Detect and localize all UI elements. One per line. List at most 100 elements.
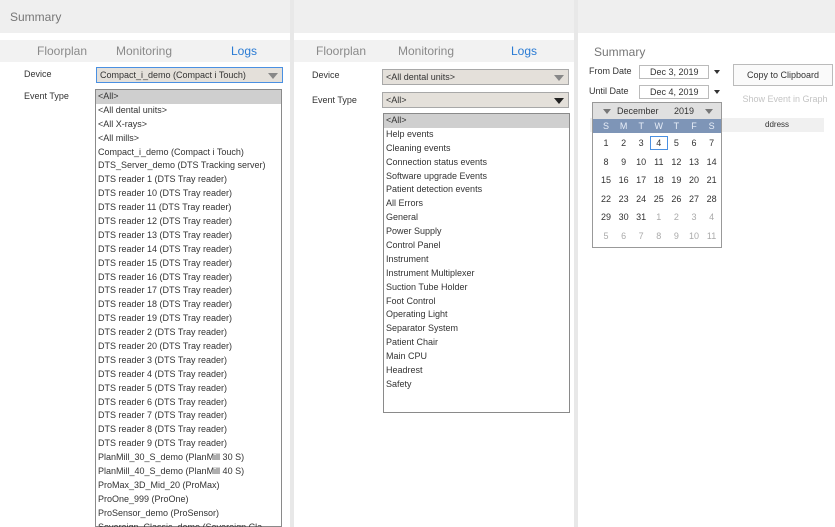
dropdown-option[interactable]: DTS reader 14 (DTS Tray reader)	[96, 243, 281, 257]
dropdown-option[interactable]: DTS reader 18 (DTS Tray reader)	[96, 298, 281, 312]
dropdown-option[interactable]: <All dental units>	[96, 104, 281, 118]
calendar-day[interactable]: 22	[597, 192, 615, 206]
dropdown-option[interactable]: DTS reader 10 (DTS Tray reader)	[96, 187, 281, 201]
calendar-day[interactable]: 29	[597, 210, 615, 224]
dropdown-option[interactable]: DTS reader 15 (DTS Tray reader)	[96, 257, 281, 271]
calendar-day[interactable]: 27	[685, 192, 703, 206]
dropdown-option[interactable]: Patient detection events	[384, 183, 569, 197]
calendar-day[interactable]: 25	[650, 192, 668, 206]
chevron-down-icon[interactable]	[714, 90, 720, 94]
summary-title[interactable]: Summary	[10, 10, 61, 24]
dropdown-option[interactable]: PlanMill_30_S_demo (PlanMill 30 S)	[96, 451, 281, 465]
address-column-header[interactable]: ddress	[765, 120, 789, 129]
tab-floorplan[interactable]: Floorplan	[37, 44, 87, 58]
dropdown-option[interactable]: <All>	[384, 114, 569, 128]
dropdown-option[interactable]: DTS_Server_demo (DTS Tracking server)	[96, 159, 281, 173]
dropdown-option[interactable]: DTS reader 2 (DTS Tray reader)	[96, 326, 281, 340]
dropdown-option[interactable]: Operating Light	[384, 308, 569, 322]
calendar-day[interactable]: 8	[597, 155, 615, 169]
calendar-day[interactable]: 11	[650, 155, 668, 169]
dropdown-option[interactable]: DTS reader 7 (DTS Tray reader)	[96, 409, 281, 423]
tab-logs[interactable]: Logs	[231, 44, 257, 58]
calendar-day[interactable]: 24	[632, 192, 650, 206]
dropdown-option[interactable]: ProMax_3D_Mid_20 (ProMax)	[96, 479, 281, 493]
dropdown-option[interactable]: DTS reader 6 (DTS Tray reader)	[96, 396, 281, 410]
calendar-day[interactable]: 12	[667, 155, 685, 169]
calendar-day[interactable]: 20	[685, 173, 703, 187]
device-select[interactable]: Compact_i_demo (Compact i Touch)	[96, 67, 283, 83]
calendar-day[interactable]: 5	[597, 229, 615, 243]
dropdown-option[interactable]: DTS reader 17 (DTS Tray reader)	[96, 284, 281, 298]
chevron-down-icon[interactable]	[714, 70, 720, 74]
dropdown-option[interactable]: Connection status events	[384, 156, 569, 170]
dropdown-option[interactable]: DTS reader 13 (DTS Tray reader)	[96, 229, 281, 243]
calendar-day[interactable]: 1	[650, 210, 668, 224]
copy-to-clipboard-button[interactable]: Copy to Clipboard	[733, 64, 833, 86]
dropdown-option[interactable]: Suction Tube Holder	[384, 281, 569, 295]
dropdown-option[interactable]: Help events	[384, 128, 569, 142]
dropdown-option[interactable]: Cleaning events	[384, 142, 569, 156]
dropdown-option[interactable]: DTS reader 16 (DTS Tray reader)	[96, 271, 281, 285]
tab-monitoring[interactable]: Monitoring	[116, 44, 172, 58]
calendar-day[interactable]: 30	[615, 210, 633, 224]
device-select[interactable]: <All dental units>	[382, 69, 569, 85]
calendar-year[interactable]: 2019	[674, 106, 694, 116]
dropdown-option[interactable]: General	[384, 211, 569, 225]
dropdown-option[interactable]: Sovereign_Classic_demo (Sovereign Cla	[96, 521, 281, 527]
dropdown-option[interactable]: DTS reader 8 (DTS Tray reader)	[96, 423, 281, 437]
calendar-day[interactable]: 1	[597, 136, 615, 150]
calendar-day[interactable]: 8	[650, 229, 668, 243]
dropdown-option[interactable]: Headrest	[384, 364, 569, 378]
calendar-day[interactable]: 28	[703, 192, 721, 206]
dropdown-option[interactable]: <All>	[96, 90, 281, 104]
calendar-day[interactable]: 26	[667, 192, 685, 206]
dropdown-option[interactable]: DTS reader 5 (DTS Tray reader)	[96, 382, 281, 396]
tab-floorplan[interactable]: Floorplan	[316, 44, 366, 58]
calendar-day[interactable]: 7	[703, 136, 721, 150]
calendar-day[interactable]: 17	[632, 173, 650, 187]
dropdown-option[interactable]: DTS reader 19 (DTS Tray reader)	[96, 312, 281, 326]
calendar-month[interactable]: December	[617, 106, 659, 116]
calendar-day[interactable]: 23	[615, 192, 633, 206]
dropdown-option[interactable]: Instrument Multiplexer	[384, 267, 569, 281]
from-date-input[interactable]: Dec 3, 2019	[639, 65, 709, 79]
dropdown-option[interactable]: Foot Control	[384, 295, 569, 309]
calendar-day[interactable]: 2	[667, 210, 685, 224]
dropdown-option[interactable]: DTS reader 20 (DTS Tray reader)	[96, 340, 281, 354]
dropdown-option[interactable]: Power Supply	[384, 225, 569, 239]
dropdown-option[interactable]: Safety	[384, 378, 569, 392]
calendar-day[interactable]: 11	[703, 229, 721, 243]
summary-title[interactable]: Summary	[594, 45, 645, 59]
calendar-day[interactable]: 10	[685, 229, 703, 243]
dropdown-option[interactable]: DTS reader 12 (DTS Tray reader)	[96, 215, 281, 229]
dropdown-option[interactable]: Software upgrade Events	[384, 170, 569, 184]
dropdown-option[interactable]: Separator System	[384, 322, 569, 336]
show-event-in-graph-button[interactable]: Show Event in Graph	[733, 89, 835, 111]
dropdown-option[interactable]: Control Panel	[384, 239, 569, 253]
calendar-day[interactable]: 3	[632, 136, 650, 150]
dropdown-option[interactable]: DTS reader 3 (DTS Tray reader)	[96, 354, 281, 368]
tab-logs[interactable]: Logs	[511, 44, 537, 58]
dropdown-option[interactable]: Main CPU	[384, 350, 569, 364]
dropdown-option[interactable]: Compact_i_demo (Compact i Touch)	[96, 146, 281, 160]
calendar-day[interactable]: 4	[703, 210, 721, 224]
calendar-day[interactable]: 14	[703, 155, 721, 169]
until-date-input[interactable]: Dec 4, 2019	[639, 85, 709, 99]
calendar-day[interactable]: 13	[685, 155, 703, 169]
dropdown-option[interactable]: <All X-rays>	[96, 118, 281, 132]
dropdown-option[interactable]: <All mills>	[96, 132, 281, 146]
dropdown-option[interactable]: Instrument	[384, 253, 569, 267]
dropdown-option[interactable]: All Errors	[384, 197, 569, 211]
dropdown-option[interactable]: DTS reader 4 (DTS Tray reader)	[96, 368, 281, 382]
tab-monitoring[interactable]: Monitoring	[398, 44, 454, 58]
calendar-day[interactable]: 16	[615, 173, 633, 187]
calendar-day[interactable]: 9	[615, 155, 633, 169]
dropdown-option[interactable]: ProSensor_demo (ProSensor)	[96, 507, 281, 521]
dropdown-option[interactable]: ProOne_999 (ProOne)	[96, 493, 281, 507]
dropdown-option[interactable]: PlanMill_40_S_demo (PlanMill 40 S)	[96, 465, 281, 479]
calendar-day[interactable]: 4	[649, 136, 668, 150]
calendar-day[interactable]: 21	[703, 173, 721, 187]
calendar-day[interactable]: 31	[632, 210, 650, 224]
calendar-day[interactable]: 6	[615, 229, 633, 243]
calendar-day[interactable]: 2	[615, 136, 633, 150]
